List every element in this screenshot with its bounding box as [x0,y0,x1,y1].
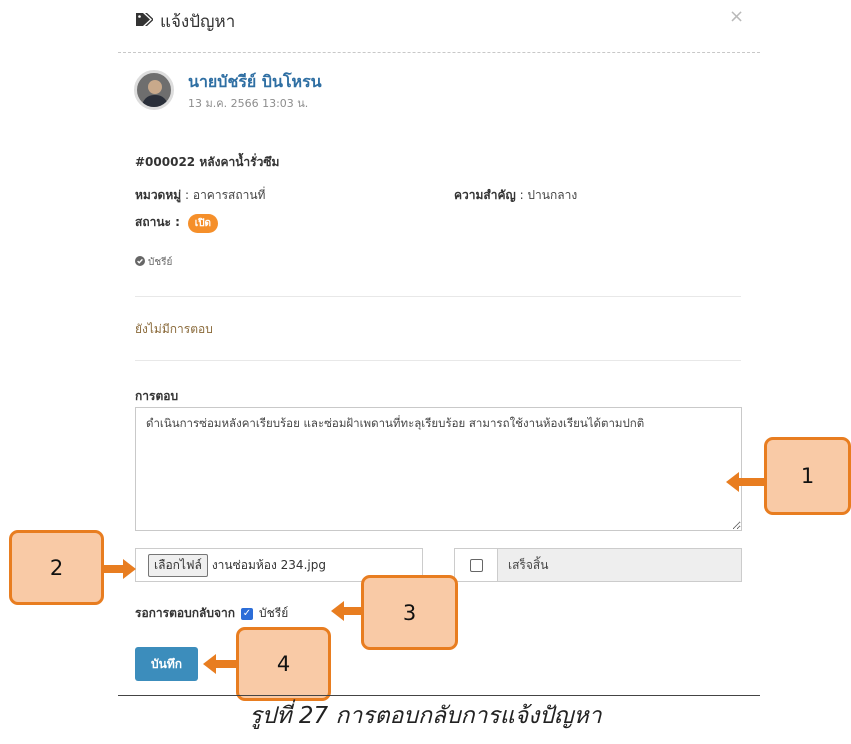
category-label: หมวดหมู่ [135,188,182,202]
status-label: สถานะ : [135,215,180,229]
done-checkbox[interactable] [455,549,498,581]
check-circle-icon [135,256,145,269]
divider [135,360,741,361]
avatar [134,70,174,110]
priority-label: ความสำคัญ [454,188,516,202]
author-name-link[interactable]: นายบัชรีย์ บินโหรน [188,70,322,95]
callout-3-arrow [331,601,363,621]
priority-value: : ปานกลาง [519,188,578,202]
issue-title: #000022 หลังคาน้ำรั่วซึม [135,155,280,169]
save-button[interactable]: บันทึก [135,647,198,681]
reply-textarea[interactable]: ดำเนินการซ่อมหลังคาเรียบร้อย และซ่อมฝ้าเ… [135,407,742,531]
modal-title-text: แจ้งปัญหา [160,12,236,32]
done-input-group: เสร็จสิ้น [454,548,742,582]
tag-icon [135,12,154,32]
callout-1: 1 [764,437,851,515]
choose-file-button[interactable]: เลือกไฟล์ [148,553,208,577]
post-timestamp: 13 ม.ค. 2566 13:03 น. [188,97,309,110]
done-label: เสร็จสิ้น [498,549,741,581]
callout-4-arrow [203,654,238,674]
modal-title: แจ้งปัญหา [135,8,235,35]
await-reply-row: รอการตอบกลับจาก ✓ บัชรีย์ [135,604,288,623]
figure-caption: รูปที่ 27 การตอบกลับการแจ้งปัญหา [249,703,602,729]
await-user-name: บัชรีย์ [259,606,289,620]
reviewer: บัชรีย์ [135,255,172,270]
status-badge: เปิด [187,214,219,233]
category-value: : อาคารสถานที่ [185,188,266,202]
reply-label: การตอบ [135,389,179,403]
divider [135,296,741,297]
callout-3: 3 [361,575,458,650]
file-name: งานซ่อมห้อง 234.jpg [211,557,326,572]
reviewer-name: บัชรีย์ [148,257,173,268]
callout-4: 4 [236,627,331,701]
callout-2-arrow [102,559,136,579]
close-button[interactable]: × [729,6,744,27]
no-reply-text: ยังไม่มีการตอบ [135,322,213,336]
priority-row: ความสำคัญ : ปานกลาง [454,186,577,205]
status-row: สถานะ : เปิด [135,213,219,233]
await-label: รอการตอบกลับจาก [135,606,235,620]
callout-2: 2 [9,530,104,605]
caption-rule [118,695,760,696]
await-user-checkbox[interactable]: ✓ [241,607,253,620]
header-divider [118,52,760,53]
callout-1-arrow [726,472,766,492]
category-row: หมวดหมู่ : อาคารสถานที่ [135,186,265,205]
